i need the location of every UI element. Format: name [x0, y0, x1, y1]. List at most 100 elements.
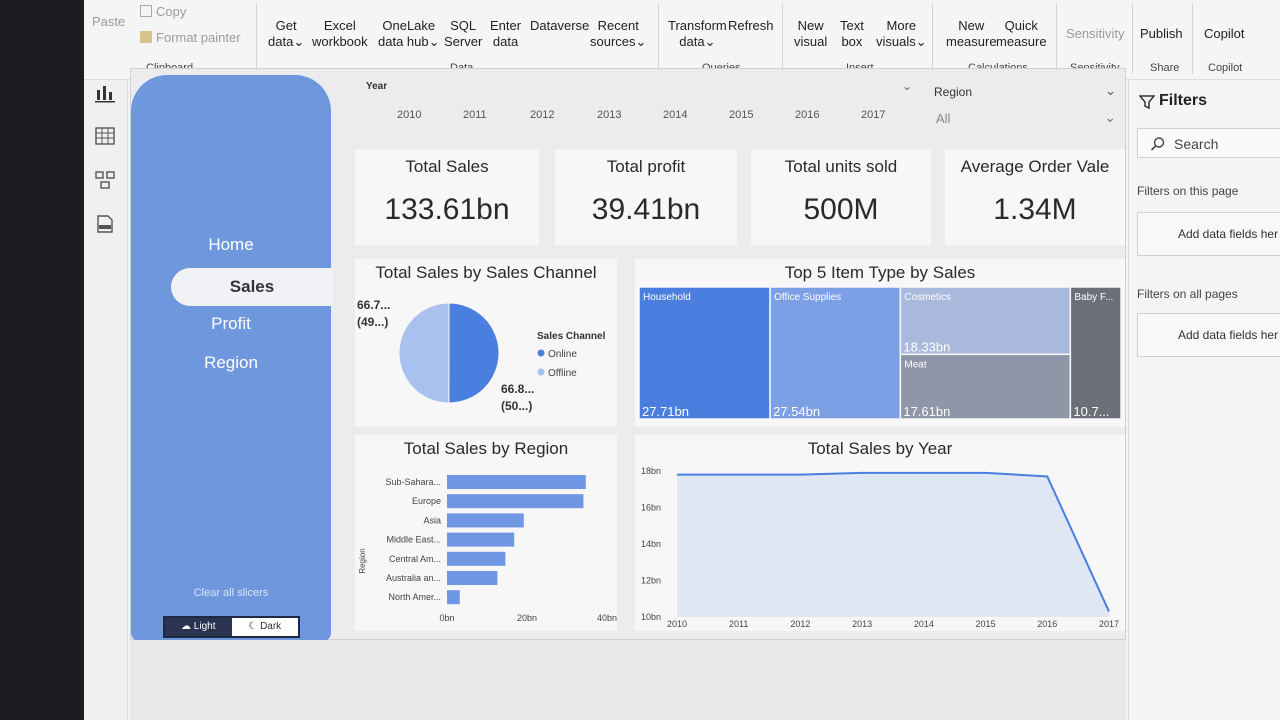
- refresh-button[interactable]: Refresh: [728, 18, 774, 34]
- kpi-card-total-units-sold[interactable]: Total units sold 500M: [751, 149, 931, 245]
- new-measure-button[interactable]: New measure: [946, 18, 997, 50]
- year-option[interactable]: 2017: [861, 109, 885, 121]
- pie-chart-sales-channel[interactable]: Total Sales by Sales Channel 66.8... (50.…: [355, 259, 617, 427]
- kpi-title: Total units sold: [784, 157, 898, 176]
- quick-measure-label-1: Quick: [1004, 18, 1038, 33]
- screen-bezel: [0, 0, 84, 720]
- year-option[interactable]: 2014: [663, 109, 687, 121]
- excel-label-1: Excel: [323, 18, 356, 33]
- filters-on-page-dropzone[interactable]: Add data fields her: [1137, 212, 1280, 256]
- year-option[interactable]: 2010: [397, 109, 421, 121]
- area-chart-sales-by-year[interactable]: Total Sales by Year 10bn 12bn 14bn 16bn 18bn…: [635, 435, 1125, 631]
- kpi-title: Average Order Vale: [960, 157, 1110, 176]
- transform-data-button[interactable]: Transform data⌄: [668, 18, 727, 50]
- more-visuals-button[interactable]: More visuals⌄: [876, 18, 927, 50]
- treemap-top-item-types[interactable]: Top 5 Item Type by Sales Household 27.71b…: [635, 259, 1125, 427]
- year-option[interactable]: 2011: [463, 109, 487, 121]
- nav-home-button[interactable]: Home: [131, 235, 331, 255]
- canvas-background: [130, 640, 1126, 720]
- y-tick-label: 10bn: [641, 612, 661, 622]
- treemap-category-label: Household: [643, 292, 691, 303]
- treemap-tile-0: [638, 287, 771, 420]
- chevron-down-icon: ⌄: [915, 34, 927, 49]
- sql-label-1: SQL: [450, 18, 477, 33]
- excel-label-2: workbook: [312, 34, 368, 49]
- y-tick-label: 12bn: [641, 576, 661, 586]
- onelake-data-hub-button[interactable]: OneLake data hub⌄: [378, 18, 440, 50]
- sql-server-button[interactable]: SQL Server: [444, 18, 482, 50]
- sensitivity-button[interactable]: Sensitivity: [1066, 26, 1125, 42]
- recent-label-2: sources: [590, 34, 636, 49]
- year-option[interactable]: 2016: [795, 109, 819, 121]
- text-box-button[interactable]: Text box: [840, 18, 864, 50]
- treemap-value-label: 17.61bn: [903, 404, 950, 419]
- filters-on-all-pages-dropzone[interactable]: Add data fields her: [1137, 313, 1280, 357]
- group-divider: [1132, 4, 1133, 74]
- group-divider: [1192, 4, 1193, 74]
- share-group-label: Share: [1150, 62, 1180, 74]
- filters-search-input[interactable]: Search: [1137, 128, 1280, 158]
- enter-label-2: data: [492, 34, 519, 49]
- table-view-icon[interactable]: [94, 126, 116, 146]
- year-slicer: Year ⌄ 2010 2011 2012 2013 2014 2015 201…: [361, 77, 916, 133]
- copilot-label: Copilot: [1204, 26, 1245, 41]
- copilot-button[interactable]: Copilot: [1204, 26, 1244, 42]
- copy-button[interactable]: Copy: [140, 4, 186, 20]
- chevron-down-icon: ⌄: [293, 34, 305, 49]
- region-slicer[interactable]: Region ⌄ All ⌄: [928, 79, 1124, 134]
- new-measure-label-1: New: [958, 18, 985, 33]
- clear-all-slicers-button[interactable]: Clear all slicers: [131, 587, 331, 599]
- pie-data-label: (49...): [357, 315, 388, 329]
- kpi-value: 500M: [803, 193, 879, 226]
- transform-label-2: data: [679, 34, 705, 49]
- publish-button[interactable]: Publish: [1140, 26, 1183, 42]
- dataverse-button[interactable]: Dataverse: [530, 18, 589, 34]
- recent-sources-button[interactable]: Recent sources⌄: [590, 18, 646, 50]
- format-painter-button[interactable]: Format painter: [140, 30, 241, 46]
- excel-workbook-button[interactable]: Excel workbook: [312, 18, 368, 50]
- kpi-value: 133.61bn: [384, 193, 510, 226]
- paste-button[interactable]: Paste: [92, 14, 125, 30]
- text-box-label-1: Text: [840, 18, 864, 33]
- light-theme-button[interactable]: ☁ Light: [165, 618, 232, 636]
- bar-category-label: Middle East...: [386, 535, 441, 545]
- get-data-button[interactable]: Get data⌄: [268, 18, 304, 50]
- format-painter-label: Format painter: [156, 30, 241, 45]
- nav-profit-button[interactable]: Profit: [131, 314, 331, 334]
- new-visual-label-1: New: [797, 18, 824, 33]
- dark-theme-button[interactable]: ☾ Dark: [231, 618, 298, 636]
- group-divider: [256, 4, 257, 74]
- treemap-value-label: 27.54bn: [773, 404, 820, 419]
- kpi-value: 1.34M: [993, 193, 1077, 226]
- cloud-icon: ☁: [181, 621, 194, 632]
- treemap-tile-1: [769, 287, 902, 420]
- group-divider: [782, 4, 783, 74]
- kpi-card-average-order-value[interactable]: Average Order Vale 1.34M: [945, 149, 1125, 245]
- year-option[interactable]: 2015: [729, 109, 753, 121]
- group-divider: [932, 4, 933, 74]
- nav-sales-button[interactable]: Sales: [171, 268, 333, 306]
- model-view-icon[interactable]: [94, 170, 116, 190]
- bar-3: [447, 532, 515, 547]
- kpi-card-total-sales[interactable]: Total Sales 133.61bn: [355, 149, 539, 245]
- treemap-value-label: 18.33bn: [903, 339, 950, 354]
- dax-query-view-icon[interactable]: [94, 214, 116, 234]
- legend-marker: [537, 368, 545, 376]
- quick-measure-button[interactable]: Quick measure: [996, 18, 1047, 50]
- year-slicer-label: Year: [366, 81, 388, 92]
- chevron-down-icon[interactable]: ⌄: [902, 79, 912, 93]
- add-data-fields-label: Add data fields her: [1178, 328, 1279, 342]
- year-option[interactable]: 2012: [530, 109, 554, 121]
- new-visual-button[interactable]: New visual: [794, 18, 827, 50]
- year-option[interactable]: 2013: [597, 109, 621, 121]
- treemap-category-label: Baby F...: [1074, 292, 1113, 303]
- y-axis-title: Region: [358, 548, 367, 573]
- report-view-icon[interactable]: [94, 84, 116, 104]
- nav-region-button[interactable]: Region: [131, 353, 331, 373]
- powerbi-window: Paste Copy Format painter Clipboard Get …: [84, 0, 1280, 720]
- enter-data-button[interactable]: Enter data: [490, 18, 521, 50]
- bar-chart-sales-by-region[interactable]: Total Sales by Region Region Sub-Sahara..…: [355, 435, 617, 631]
- filters-on-page-label: Filters on this page: [1137, 184, 1239, 198]
- chart-title: Top 5 Item Type by Sales: [784, 263, 976, 282]
- kpi-card-total-profit[interactable]: Total profit 39.41bn: [555, 149, 737, 245]
